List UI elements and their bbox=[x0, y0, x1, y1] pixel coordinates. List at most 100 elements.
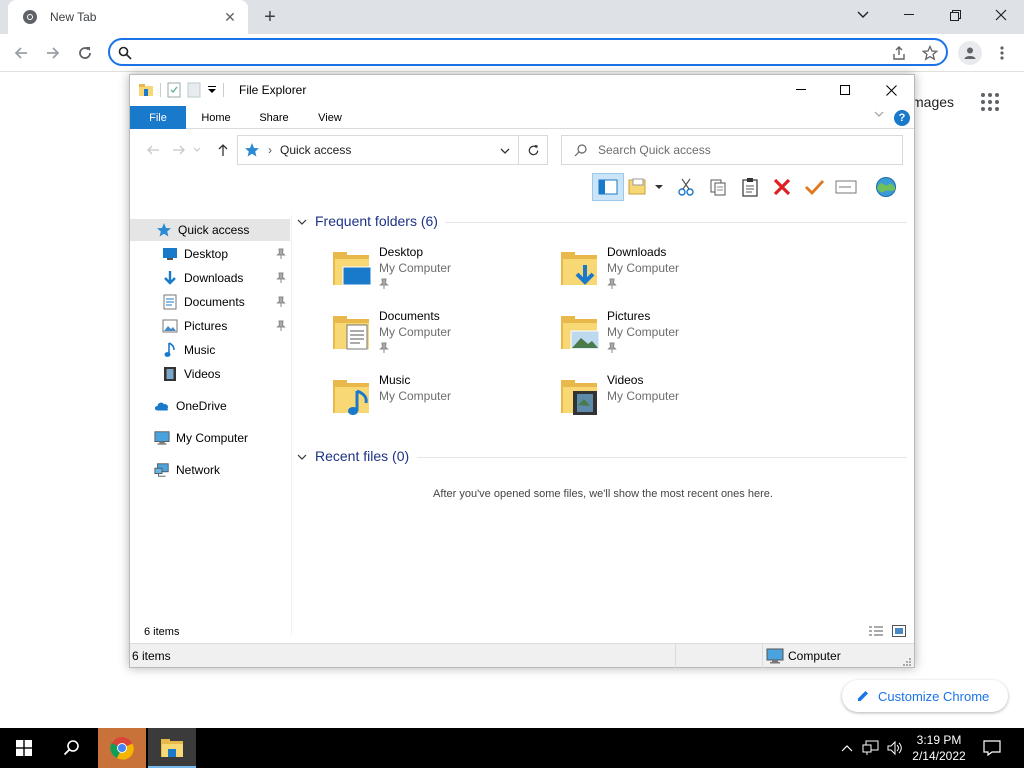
share-icon[interactable] bbox=[890, 44, 908, 62]
nav-videos[interactable]: Videos bbox=[130, 363, 290, 385]
search-quick-access-input[interactable] bbox=[598, 143, 878, 157]
taskbar-search-button[interactable] bbox=[48, 728, 96, 768]
network-tray-icon[interactable] bbox=[860, 728, 882, 768]
up-folder-button[interactable] bbox=[210, 137, 236, 163]
bookmark-star-icon[interactable] bbox=[921, 44, 939, 62]
explorer-back-button[interactable] bbox=[140, 137, 166, 163]
search-icon bbox=[63, 740, 79, 756]
nav-network[interactable]: Network bbox=[130, 459, 290, 481]
cut-icon[interactable] bbox=[670, 173, 702, 201]
nav-music[interactable]: Music bbox=[130, 339, 290, 361]
nav-onedrive[interactable]: OneDrive bbox=[130, 395, 290, 417]
nav-documents[interactable]: Documents bbox=[130, 291, 290, 313]
windows-logo-icon bbox=[16, 740, 32, 756]
recent-files-header[interactable]: Recent files (0) bbox=[297, 448, 409, 464]
customize-chrome-button[interactable]: Customize Chrome bbox=[842, 680, 1008, 712]
address-input[interactable] bbox=[138, 43, 878, 61]
google-apps-icon[interactable] bbox=[980, 92, 1000, 112]
folder-tile-music[interactable]: Music My Computer bbox=[331, 371, 551, 423]
downloads-arrow-icon bbox=[162, 270, 178, 286]
help-icon[interactable]: ? bbox=[894, 110, 910, 126]
large-icons-view-icon[interactable] bbox=[892, 625, 906, 640]
nav-downloads[interactable]: Downloads bbox=[130, 267, 290, 289]
checkmark-icon[interactable] bbox=[798, 173, 830, 201]
folder-tile-downloads[interactable]: Downloads My Computer bbox=[559, 243, 779, 295]
paste-icon[interactable] bbox=[734, 173, 766, 201]
close-browser-button[interactable] bbox=[978, 0, 1024, 30]
explorer-search-box[interactable] bbox=[561, 135, 903, 165]
customize-label: Customize Chrome bbox=[878, 688, 990, 704]
nav-quick-access[interactable]: Quick access bbox=[130, 219, 290, 241]
details-view-icon[interactable] bbox=[868, 625, 884, 640]
folder-tile-documents[interactable]: Documents My Computer bbox=[331, 307, 551, 359]
folder-location: My Computer bbox=[379, 389, 452, 403]
volume-icon[interactable] bbox=[884, 728, 906, 768]
close-tab-icon[interactable]: ✕ bbox=[222, 9, 238, 25]
new-folder-icon[interactable] bbox=[187, 82, 201, 98]
frequent-folders-header[interactable]: Frequent folders (6) bbox=[297, 213, 438, 229]
network-icon bbox=[154, 462, 170, 478]
start-button[interactable] bbox=[0, 728, 48, 768]
explorer-address-bar[interactable]: › Quick access bbox=[237, 135, 519, 165]
folder-tile-desktop[interactable]: Desktop My Computer bbox=[331, 243, 551, 295]
nav-label: Pictures bbox=[184, 319, 228, 333]
address-dropdown-icon[interactable] bbox=[500, 144, 510, 158]
tab-search-icon[interactable] bbox=[840, 0, 886, 30]
reload-button[interactable] bbox=[72, 40, 98, 66]
ntp-images-link[interactable]: mages bbox=[912, 94, 954, 110]
nav-label: Network bbox=[176, 463, 221, 477]
nav-desktop[interactable]: Desktop bbox=[130, 243, 290, 265]
change-view-button[interactable] bbox=[624, 173, 670, 201]
tab-share[interactable]: Share bbox=[250, 106, 298, 129]
rename-icon[interactable] bbox=[830, 173, 862, 201]
expand-ribbon-icon[interactable] bbox=[874, 110, 884, 121]
properties-icon[interactable] bbox=[167, 82, 181, 98]
preview-pane-button[interactable] bbox=[592, 173, 624, 201]
explorer-refresh-button[interactable] bbox=[519, 135, 548, 165]
group-divider bbox=[417, 457, 907, 458]
address-bar[interactable] bbox=[108, 38, 948, 66]
explorer-forward-button[interactable] bbox=[166, 137, 192, 163]
profile-avatar[interactable] bbox=[958, 41, 982, 65]
notifications-icon[interactable] bbox=[980, 728, 1004, 768]
pin-icon bbox=[607, 342, 617, 357]
folder-tile-videos[interactable]: Videos My Computer bbox=[559, 371, 779, 423]
taskbar-file-explorer[interactable] bbox=[148, 728, 196, 768]
customize-qat-icon[interactable] bbox=[207, 85, 217, 95]
chrome-favicon-icon bbox=[23, 10, 37, 24]
group-title: Recent files (0) bbox=[315, 448, 410, 464]
copy-icon[interactable] bbox=[702, 173, 734, 201]
quick-access-star-icon bbox=[156, 222, 172, 238]
breadcrumb[interactable]: Quick access bbox=[280, 143, 351, 157]
chrome-menu-icon[interactable] bbox=[992, 41, 1012, 65]
explorer-status-bar: 6 items Computer bbox=[130, 643, 914, 670]
tab-new-tab[interactable]: New Tab ✕ bbox=[8, 0, 248, 34]
explorer-maximize-button[interactable] bbox=[822, 75, 868, 105]
music-folder-icon bbox=[333, 380, 369, 415]
explorer-close-button[interactable] bbox=[868, 75, 914, 105]
delete-icon[interactable] bbox=[766, 173, 798, 201]
tab-home[interactable]: Home bbox=[192, 106, 240, 129]
explorer-minimize-button[interactable] bbox=[778, 75, 824, 105]
taskbar-clock[interactable]: 3:19 PM 2/14/2022 bbox=[904, 732, 974, 764]
nav-my-computer[interactable]: My Computer bbox=[130, 427, 290, 449]
recent-empty-message: After you've opened some files, we'll sh… bbox=[433, 488, 773, 500]
group-title: Frequent folders (6) bbox=[315, 213, 438, 229]
network-globe-icon[interactable] bbox=[870, 173, 902, 201]
pin-icon bbox=[276, 272, 286, 287]
forward-button[interactable] bbox=[40, 40, 66, 66]
resize-grip-icon[interactable] bbox=[902, 656, 912, 670]
nav-pictures[interactable]: Pictures bbox=[130, 315, 290, 337]
new-tab-button[interactable]: + bbox=[258, 5, 282, 29]
tab-file[interactable]: File bbox=[130, 106, 186, 129]
recent-locations-icon[interactable] bbox=[190, 137, 204, 163]
group-divider bbox=[445, 222, 907, 223]
folder-tile-pictures[interactable]: Pictures My Computer bbox=[559, 307, 779, 359]
back-button[interactable] bbox=[8, 40, 34, 66]
pictures-folder-icon bbox=[561, 316, 600, 350]
taskbar-chrome[interactable] bbox=[98, 728, 146, 768]
show-hidden-icons-button[interactable] bbox=[838, 728, 856, 768]
tab-view[interactable]: View bbox=[306, 106, 354, 129]
minimize-button[interactable] bbox=[886, 0, 932, 30]
restore-button[interactable] bbox=[932, 0, 978, 30]
